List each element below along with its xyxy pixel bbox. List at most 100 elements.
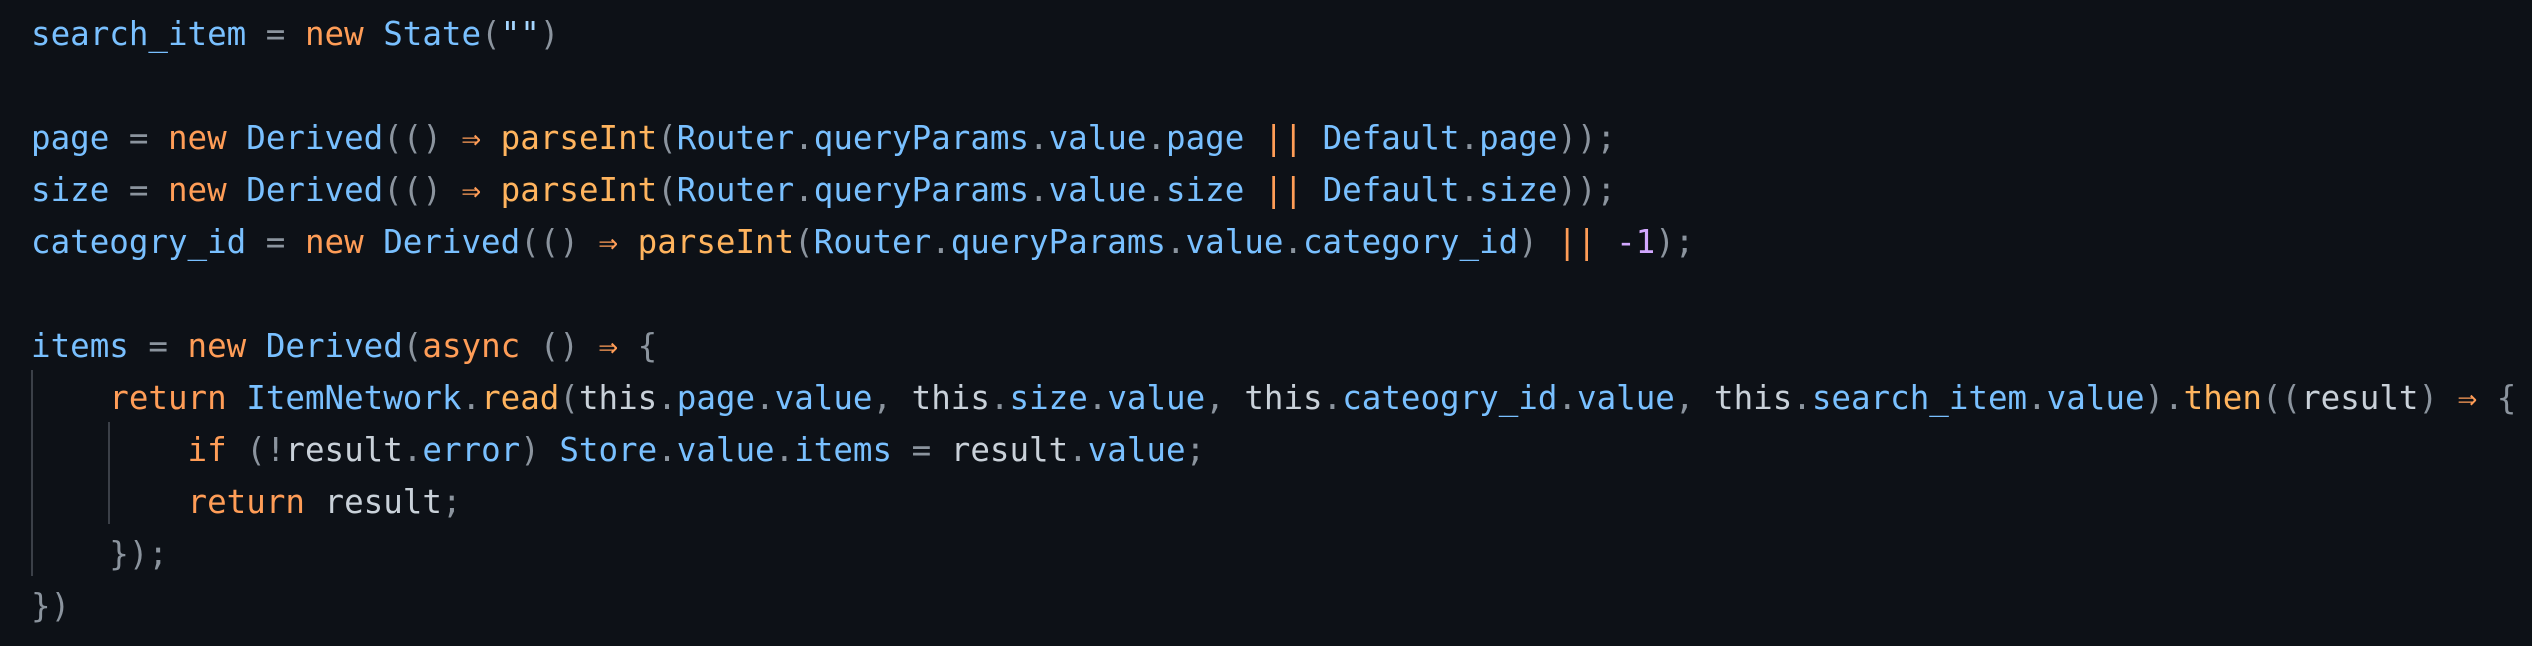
code-line[interactable]: page = new Derived(() ⇒ parseInt(Router.… bbox=[31, 112, 1616, 164]
code-token-operator: || bbox=[1263, 119, 1304, 157]
code-token-punctuation: (( bbox=[2261, 379, 2302, 417]
code-token-punctuation: . bbox=[1459, 119, 1480, 157]
code-line[interactable]: }) bbox=[31, 580, 70, 632]
code-token-property: page bbox=[1166, 119, 1245, 157]
code-token-function: parseInt bbox=[500, 171, 658, 209]
code-token-punctuation: . bbox=[774, 431, 795, 469]
code-token-class: Derived bbox=[383, 223, 521, 261]
code-token-punctuation: }) bbox=[31, 587, 71, 625]
code-token-property: items bbox=[794, 431, 893, 469]
code-token-punctuation: . bbox=[931, 223, 951, 261]
code-token-punctuation: { bbox=[618, 327, 658, 365]
code-token-punctuation: = bbox=[892, 431, 951, 469]
code-token-property: search_item bbox=[1811, 379, 2028, 417]
code-token-property: queryParams bbox=[813, 119, 1030, 157]
code-token-class: Store bbox=[559, 431, 658, 469]
code-token-punctuation: . bbox=[657, 431, 677, 469]
code-token-keyword: new bbox=[304, 223, 364, 261]
code-token-property: size bbox=[1479, 171, 1558, 209]
code-line[interactable]: if (!result.error) Store.value.items = r… bbox=[31, 424, 1206, 476]
code-token-operator: ⇒ bbox=[461, 171, 482, 209]
code-line[interactable]: }); bbox=[31, 528, 168, 580]
code-token-keyword: new bbox=[187, 327, 247, 365]
code-token-punctuation: . bbox=[402, 431, 423, 469]
code-token-punctuation: ( bbox=[402, 327, 423, 365]
code-line[interactable]: cateogry_id = new Derived(() ⇒ parseInt(… bbox=[31, 216, 1694, 268]
code-token-operator: || bbox=[1263, 171, 1304, 209]
code-token-punctuation: . bbox=[461, 379, 482, 417]
code-token-punctuation: = bbox=[246, 15, 305, 53]
code-token-punctuation: = bbox=[109, 171, 168, 209]
code-line[interactable]: items = new Derived(async () ⇒ { bbox=[31, 320, 657, 372]
code-token-property: value bbox=[1048, 119, 1147, 157]
code-token-punctuation: ); bbox=[1655, 223, 1695, 261]
code-token-punctuation: )); bbox=[1557, 119, 1617, 157]
code-token-punctuation: . bbox=[989, 379, 1010, 417]
code-token-keyword: return bbox=[187, 483, 305, 521]
code-token-punctuation: . bbox=[794, 119, 814, 157]
code-token-punctuation: { bbox=[2477, 379, 2517, 417]
code-token-punctuation: ( bbox=[657, 119, 677, 157]
code-token-class: Derived bbox=[246, 171, 384, 209]
code-token-punctuation: . bbox=[1029, 171, 1049, 209]
code-token-punctuation: , bbox=[1674, 379, 1714, 417]
code-token-method: read bbox=[481, 379, 560, 417]
code-token-variable: page bbox=[31, 119, 110, 157]
code-editor[interactable]: search_item = new State("") page = new De… bbox=[0, 0, 2532, 646]
code-token-operator: ⇒ bbox=[598, 223, 619, 261]
code-token-function: parseInt bbox=[500, 119, 658, 157]
code-token-punctuation: . bbox=[2027, 379, 2047, 417]
code-token-property: value bbox=[1577, 379, 1675, 417]
code-token-method: then bbox=[2183, 379, 2262, 417]
code-token-punctuation: ( bbox=[559, 379, 579, 417]
code-token-punctuation: . bbox=[1087, 379, 1108, 417]
code-token-punctuation: . bbox=[1165, 223, 1186, 261]
code-token-punctuation: (() bbox=[520, 223, 599, 261]
code-line[interactable]: return ItemNetwork.read(this.page.value,… bbox=[31, 372, 2516, 424]
code-token-plain: result bbox=[324, 483, 442, 521]
code-token-operator: || bbox=[1557, 223, 1597, 261]
code-token-punctuation: ; bbox=[1185, 431, 1206, 469]
code-token-number: -1 bbox=[1616, 223, 1656, 261]
code-token-property: error bbox=[422, 431, 521, 469]
code-line[interactable]: size = new Derived(() ⇒ parseInt(Router.… bbox=[31, 164, 1616, 216]
code-token-property: value bbox=[1185, 223, 1284, 261]
code-token-class: State bbox=[383, 15, 482, 53]
code-token-punctuation: . bbox=[755, 379, 775, 417]
code-line[interactable]: search_item = new State("") bbox=[31, 8, 559, 60]
code-token-keyword: new bbox=[167, 171, 227, 209]
code-token-class: Default bbox=[1322, 171, 1460, 209]
code-token-property: value bbox=[676, 431, 775, 469]
code-token-punctuation: . bbox=[1459, 171, 1480, 209]
code-token-class: Router bbox=[676, 119, 795, 157]
code-token-punctuation: . bbox=[657, 379, 677, 417]
code-token-plain: result bbox=[285, 431, 403, 469]
code-line[interactable]: return result; bbox=[31, 476, 462, 528]
code-token-punctuation: ; bbox=[441, 483, 462, 521]
code-token-variable: size bbox=[31, 171, 110, 209]
code-token-plain: result bbox=[950, 431, 1069, 469]
code-token-operator: ⇒ bbox=[598, 327, 619, 365]
code-token-punctuation: . bbox=[794, 171, 814, 209]
code-token-string: "" bbox=[500, 15, 540, 53]
code-token-class: Router bbox=[676, 171, 795, 209]
code-token-property: cateogry_id bbox=[1342, 379, 1558, 417]
code-token-punctuation: ) bbox=[2418, 379, 2458, 417]
code-token-punctuation: (! bbox=[226, 431, 286, 469]
code-token-punctuation: . bbox=[1146, 119, 1167, 157]
code-token-class: Derived bbox=[246, 119, 384, 157]
code-token-property: page bbox=[1479, 119, 1558, 157]
code-token-variable: items bbox=[31, 327, 129, 365]
